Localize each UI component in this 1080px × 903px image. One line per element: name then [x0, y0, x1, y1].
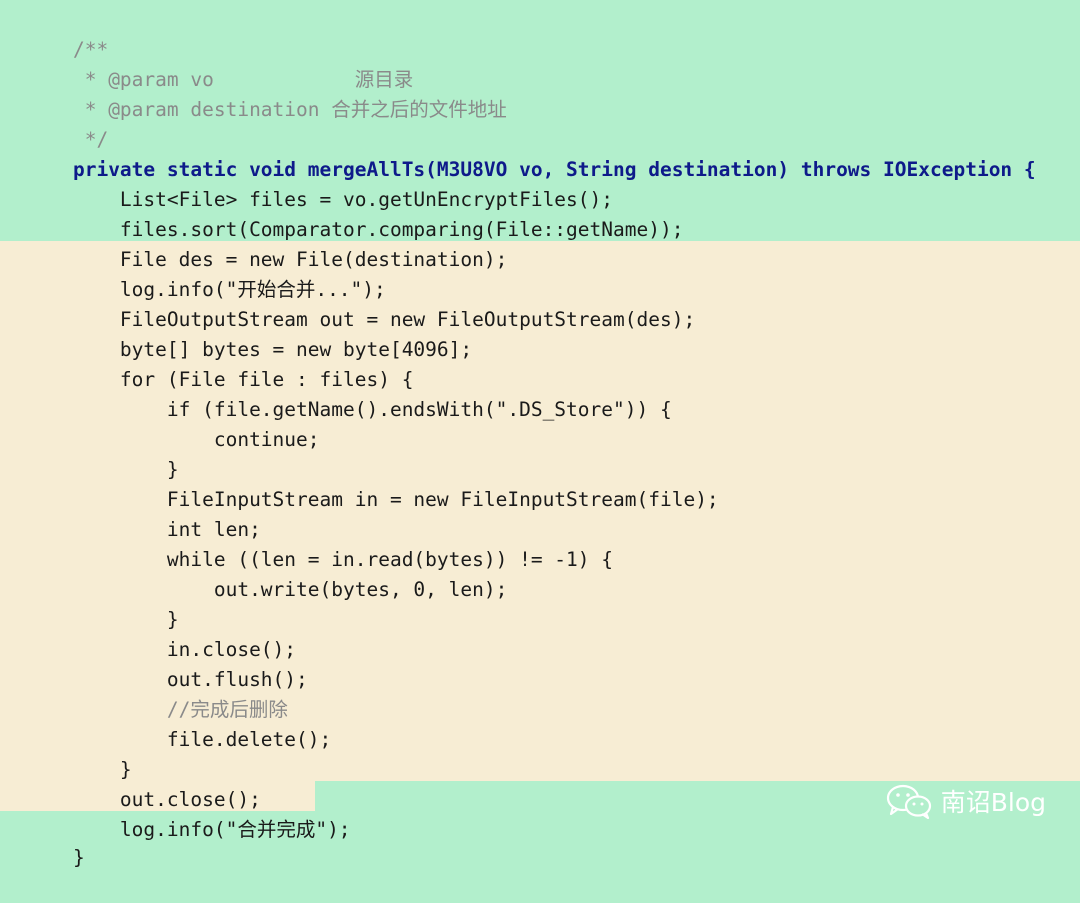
- code-editor[interactable]: /** * @param vo 源目录 * @param destination…: [0, 0, 1080, 869]
- code-line-26: out.close();: [0, 755, 261, 811]
- code-text: * @param destination 合并之后的文件地址: [72, 98, 507, 121]
- code-line-23: //完成后删除: [0, 665, 288, 721]
- code-line-6: List<File> files = vo.getUnEncryptFiles(…: [0, 155, 613, 211]
- code-line-25: }: [0, 725, 132, 781]
- code-line-20: }: [0, 575, 179, 631]
- code-line-28: }: [0, 813, 85, 869]
- code-line-16: FileInputStream in = new FileInputStream…: [0, 455, 719, 511]
- code-line-13: if (file.getName().endsWith(".DS_Store")…: [0, 365, 672, 421]
- code-line-17: int len;: [0, 485, 261, 541]
- code-line-8: File des = new File(destination);: [0, 215, 507, 271]
- code-line-7: files.sort(Comparator.comparing(File::ge…: [0, 185, 684, 241]
- code-line-22: out.flush();: [0, 635, 308, 691]
- code-line-14: continue;: [0, 395, 320, 451]
- wechat-icon: [886, 784, 931, 819]
- watermark-text: 南诏Blog: [940, 788, 1046, 817]
- code-line-4: */: [0, 95, 109, 151]
- code-text: log.info("合并完成");: [72, 818, 351, 841]
- code-line-15: }: [0, 425, 179, 481]
- code-line-18: while ((len = in.read(bytes)) != -1) {: [0, 515, 613, 571]
- watermark: 南诏Blog: [885, 781, 1046, 821]
- code-line-5: private static void mergeAllTs(M3U8VO vo…: [0, 125, 1036, 181]
- code-line-10: FileOutputStream out = new FileOutputStr…: [0, 275, 695, 331]
- code-line-24: file.delete();: [0, 695, 331, 751]
- code-line-19: out.write(bytes, 0, len);: [0, 545, 508, 601]
- code-line-27: log.info("合并完成");: [0, 785, 351, 841]
- code-line-2: * @param vo 源目录: [0, 35, 414, 91]
- code-text: }: [72, 846, 85, 869]
- code-line-11: byte[] bytes = new byte[4096];: [0, 305, 472, 361]
- code-line-9: log.info("开始合并...");: [0, 245, 386, 301]
- code-line-3: * @param destination 合并之后的文件地址: [0, 65, 507, 121]
- code-line-21: in.close();: [0, 605, 296, 661]
- code-line-12: for (File file : files) {: [0, 335, 414, 391]
- code-line-1: /**: [0, 5, 108, 61]
